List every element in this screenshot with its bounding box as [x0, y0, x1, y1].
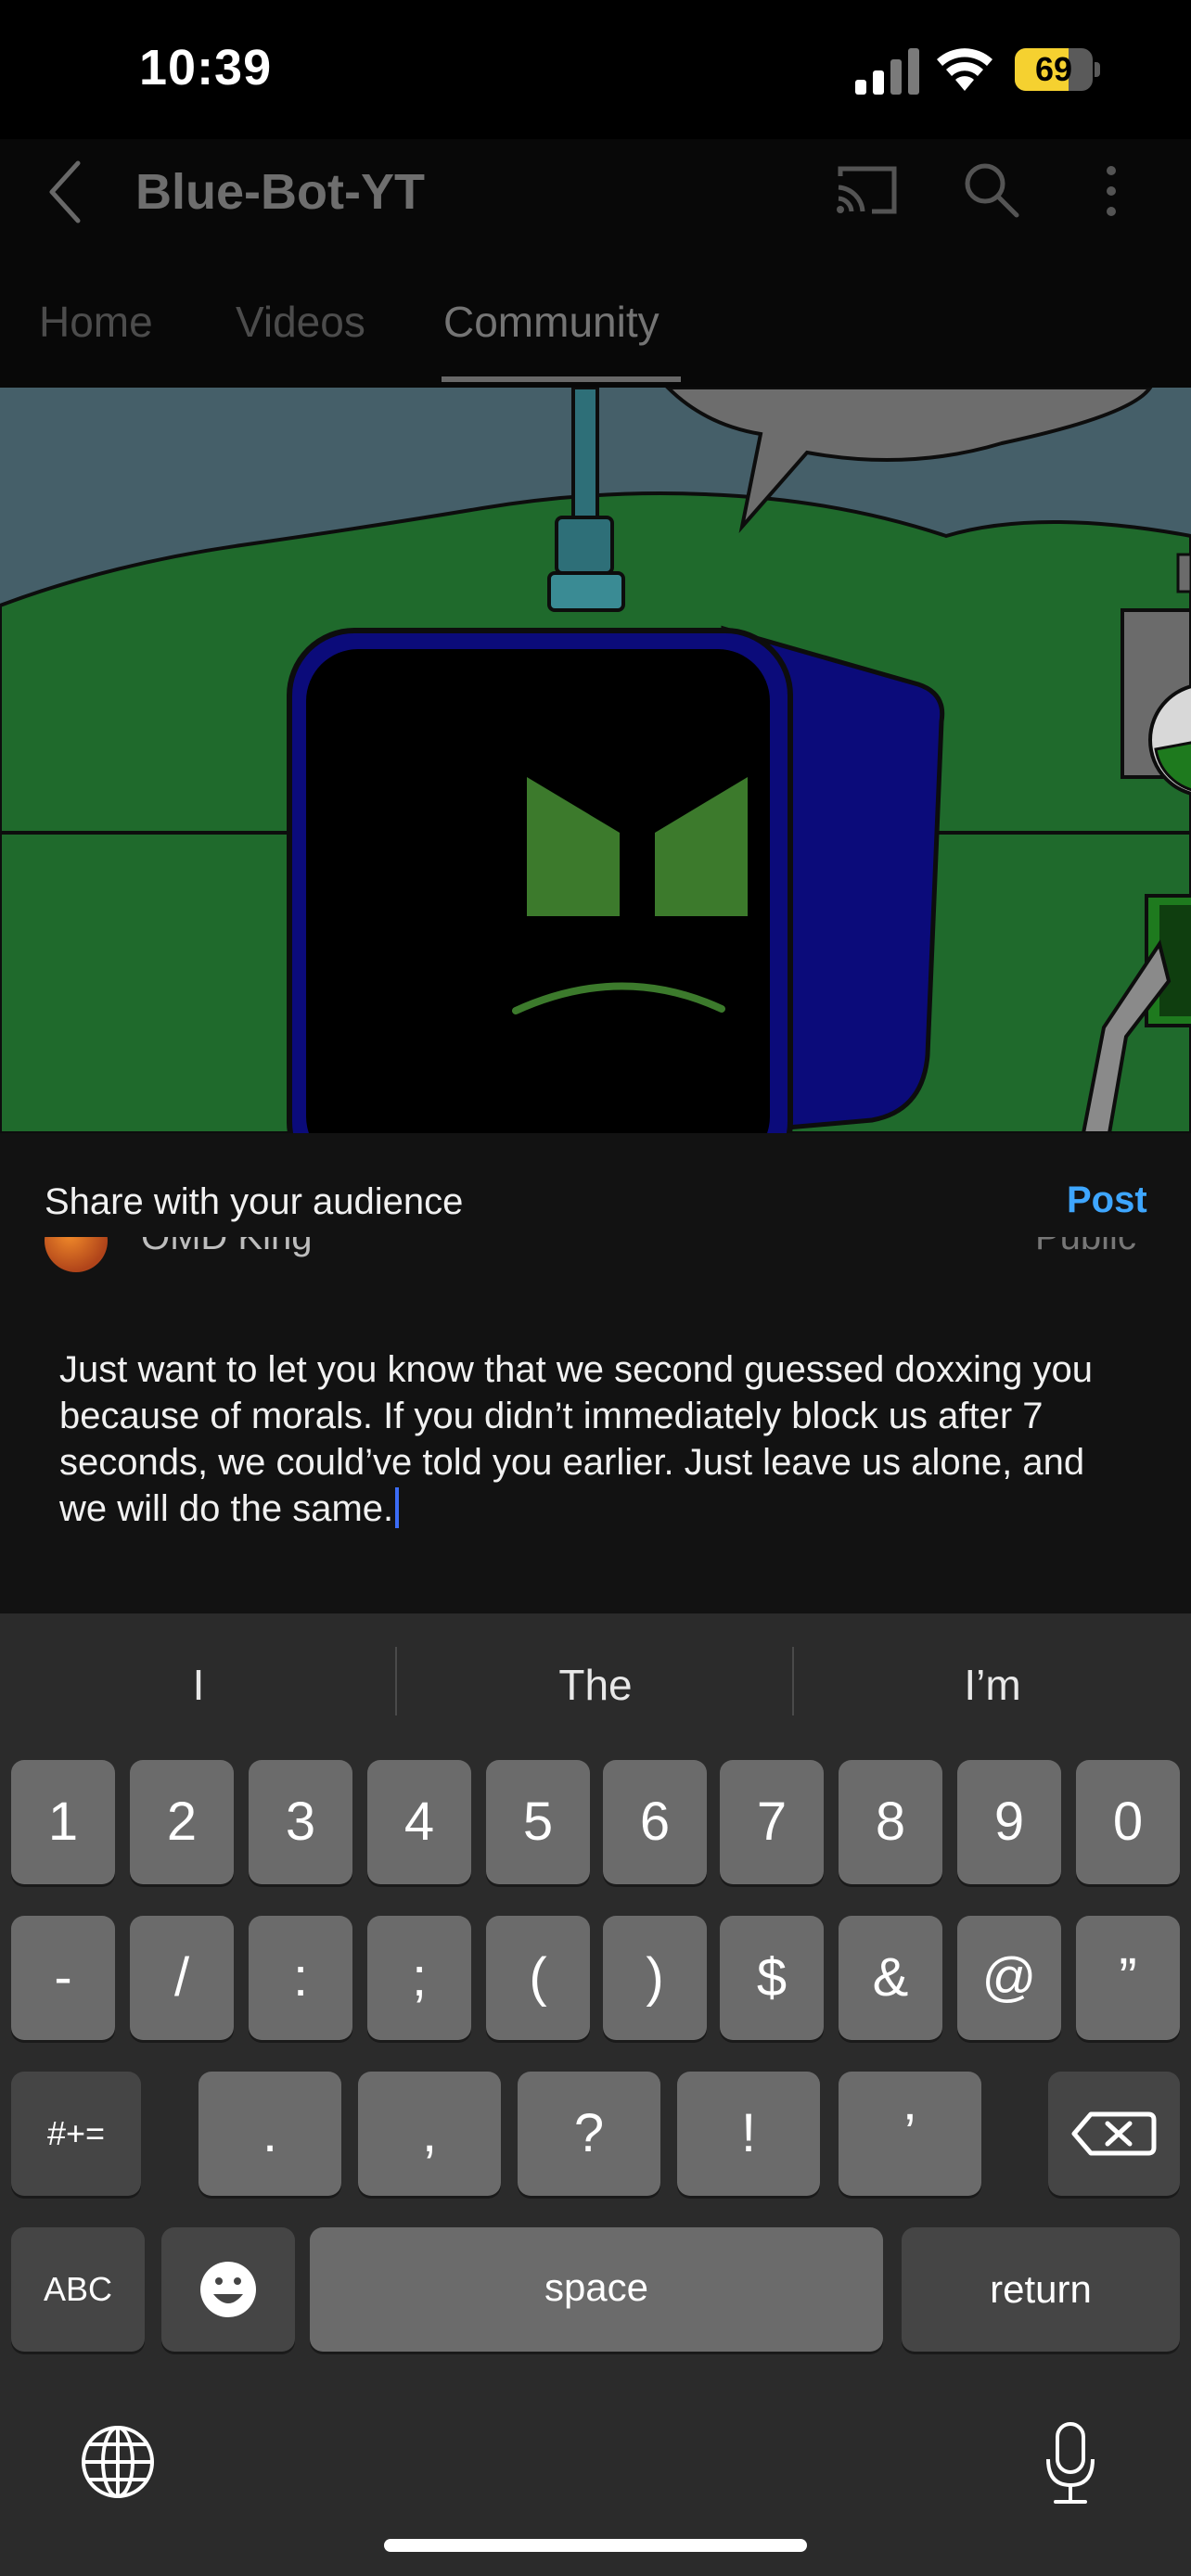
post-text-input[interactable]: Just want to let you know that we second… — [59, 1346, 1135, 1532]
key-label: 0 — [1112, 1792, 1144, 1852]
key-label: return — [990, 2267, 1092, 2311]
globe-icon[interactable] — [80, 2424, 156, 2500]
delete-key[interactable] — [1048, 2072, 1180, 2196]
suggestion-bar: I The I’m — [0, 1613, 1191, 1756]
backspace-icon — [1071, 2111, 1157, 2156]
key-label: 4 — [403, 1792, 435, 1852]
post-button[interactable]: Post — [1067, 1180, 1147, 1221]
overlay-scrim — [0, 139, 1191, 388]
key-2[interactable]: 2 — [130, 1760, 234, 1884]
key-label: 7 — [756, 1792, 788, 1852]
key-hyphen[interactable]: - — [11, 1916, 115, 2040]
key-apostrophe[interactable]: ’ — [839, 2072, 981, 2196]
key-label: . — [262, 2103, 278, 2163]
key-label: ( — [529, 1947, 547, 2008]
post-image — [0, 388, 1191, 1133]
key-label: ; — [411, 1947, 428, 2008]
key-0[interactable]: 0 — [1076, 1760, 1180, 1884]
key-more-symbols[interactable]: #+= — [11, 2072, 141, 2196]
battery-percent: 69 — [1034, 50, 1073, 88]
key-7[interactable]: 7 — [720, 1760, 824, 1884]
key-dollar[interactable]: $ — [720, 1916, 824, 2040]
key-label: ) — [646, 1947, 664, 2008]
author-name: OMD King — [141, 1237, 313, 1257]
key-quote[interactable]: ” — [1076, 1916, 1180, 2040]
key-8[interactable]: 8 — [839, 1760, 942, 1884]
key-9[interactable]: 9 — [957, 1760, 1061, 1884]
battery-indicator: 69 — [1015, 48, 1100, 91]
suggestion-item[interactable]: I — [0, 1660, 397, 1710]
share-heading: Share with your audience — [45, 1181, 464, 1222]
key-label: $ — [756, 1947, 788, 2008]
key-at[interactable]: @ — [957, 1916, 1061, 2040]
key-label: ? — [573, 2103, 605, 2163]
key-label: : — [292, 1947, 309, 2008]
space-key[interactable]: space — [310, 2227, 883, 2352]
post-text-content: Just want to let you know that we second… — [59, 1349, 1094, 1529]
key-colon[interactable]: : — [249, 1916, 352, 2040]
key-4[interactable]: 4 — [367, 1760, 471, 1884]
cellular-signal-icon — [855, 48, 919, 95]
suggestion-item[interactable]: The — [397, 1660, 794, 1710]
robot-illustration — [0, 388, 1191, 1133]
key-close-paren[interactable]: ) — [603, 1916, 707, 2040]
key-label: ” — [1119, 1947, 1137, 2008]
key-ampersand[interactable]: & — [839, 1916, 942, 2040]
author-row: OMD King Public — [0, 1237, 1191, 1282]
key-label: space — [544, 2265, 649, 2309]
key-label: ! — [740, 2103, 757, 2163]
key-period[interactable]: . — [198, 2072, 341, 2196]
key-label: 5 — [522, 1792, 554, 1852]
key-exclamation[interactable]: ! — [677, 2072, 820, 2196]
key-abc[interactable]: ABC — [11, 2227, 145, 2352]
text-caret — [395, 1487, 400, 1528]
suggestion-item[interactable]: I’m — [794, 1660, 1191, 1710]
wifi-icon — [937, 48, 992, 91]
key-5[interactable]: 5 — [486, 1760, 590, 1884]
key-label: 2 — [166, 1792, 198, 1852]
key-label: 9 — [993, 1792, 1025, 1852]
visibility-selector[interactable]: Public — [1035, 1237, 1136, 1258]
return-key[interactable]: return — [902, 2227, 1180, 2352]
key-6[interactable]: 6 — [603, 1760, 707, 1884]
status-time: 10:39 — [139, 40, 273, 96]
home-indicator — [384, 2539, 807, 2552]
key-label: @ — [981, 1947, 1037, 2008]
key-semicolon[interactable]: ; — [367, 1916, 471, 2040]
key-question[interactable]: ? — [518, 2072, 660, 2196]
key-label: & — [872, 1947, 909, 2008]
key-label: / — [173, 1947, 190, 2008]
key-1[interactable]: 1 — [11, 1760, 115, 1884]
key-3[interactable]: 3 — [249, 1760, 352, 1884]
microphone-icon[interactable] — [1043, 2420, 1098, 2506]
avatar — [45, 1237, 108, 1272]
key-comma[interactable]: , — [358, 2072, 501, 2196]
key-label: , — [421, 2103, 438, 2163]
key-label: 3 — [285, 1792, 316, 1852]
key-label: 6 — [639, 1792, 671, 1852]
key-label: 1 — [47, 1792, 79, 1852]
keyboard: I The I’m 1 2 3 4 5 6 7 8 9 0 - / : ; ( … — [0, 1613, 1191, 2576]
emoji-key[interactable] — [161, 2227, 295, 2352]
key-label: - — [54, 1947, 72, 2008]
key-label: ’ — [903, 2103, 916, 2163]
status-bar: 10:39 69 — [0, 0, 1191, 139]
compose-panel: Share with your audience Post OMD King P… — [0, 1133, 1191, 1613]
key-label: ABC — [43, 2270, 113, 2308]
emoji-icon — [200, 2262, 256, 2317]
key-open-paren[interactable]: ( — [486, 1916, 590, 2040]
key-slash[interactable]: / — [130, 1916, 234, 2040]
key-label: 8 — [875, 1792, 906, 1852]
key-label: #+= — [46, 2114, 106, 2152]
